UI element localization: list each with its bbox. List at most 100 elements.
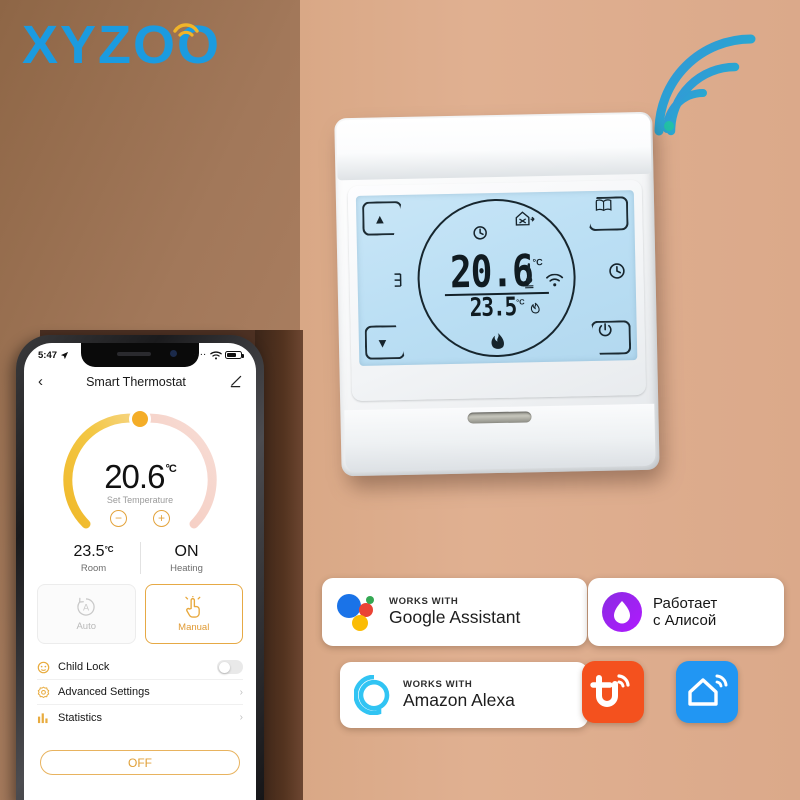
statistics-chevron: › [239, 712, 243, 723]
back-button[interactable]: ‹ [38, 373, 43, 390]
dial-temp-value: 20.6 [104, 458, 165, 495]
wifi-signal-graphic [654, 34, 756, 136]
device-body: ▲ ▼ 20.6 °C 23.5 °C [334, 111, 660, 477]
brand-logo-text: XYZOO [22, 15, 222, 75]
badge-alexa-text: WORKS WITH Amazon Alexa [403, 679, 515, 711]
heating-value-wrap: ON [175, 543, 199, 561]
badge-google-kicker: WORKS WITH [389, 596, 459, 607]
status-wifi-icon [210, 350, 222, 359]
room-temp-caption: Room [80, 562, 107, 574]
row-advanced-settings[interactable]: Advanced Settings › [37, 680, 243, 705]
lcd-display: ▲ ▼ 20.6 °C 23.5 °C [355, 190, 638, 366]
temperature-dial[interactable]: 20.6 °C Set Temperature − + [24, 402, 256, 532]
device-indicator-slot [467, 411, 532, 424]
lcd-room-temperature: 23.5 °C [469, 291, 525, 323]
signal-dots-icon: ···· [193, 351, 207, 359]
product-marketing-image: XYZOO ▲ ▼ 20.6 °C 23.5 °C 5:47 ···· ‹ Sm… [0, 0, 800, 800]
room-temp-value-wrap: 23.5 °C [73, 543, 113, 561]
phone-frame: 5:47 ···· ‹ Smart Thermostat 20.6 °C Set… [16, 335, 264, 800]
mode-manual-button[interactable]: Manual [144, 584, 243, 644]
tuya-icon[interactable] [582, 661, 644, 723]
location-arrow-icon [60, 351, 69, 359]
lcd-room-temp-value: 23.5 [469, 291, 517, 323]
dial-temp-unit: °C [165, 463, 176, 475]
dial-steppers: − + [110, 510, 170, 527]
status-readouts: 23.5 °C Room ON Heating [24, 542, 256, 574]
row-child-lock[interactable]: Child Lock [37, 655, 243, 680]
room-temp-readout: 23.5 °C Room [48, 543, 140, 574]
heating-status-readout: ON Heating [141, 543, 233, 574]
badge-google-assistant: WORKS WITH Google Assistant [322, 578, 587, 646]
up-arrow-icon: ▲ [373, 210, 387, 227]
up-button[interactable]: ▲ [362, 201, 403, 236]
badge-alice-line2: с Алисой [653, 612, 717, 629]
battery-icon [225, 350, 244, 360]
room-temp-value: 23.5 [73, 542, 105, 560]
advanced-settings-label: Advanced Settings [58, 686, 150, 698]
badge-alexa-kicker: WORKS WITH [403, 679, 473, 690]
dial-temperature: 20.6 °C [104, 458, 177, 496]
child-lock-toggle[interactable] [217, 660, 243, 674]
increase-temp-button[interactable]: + [153, 510, 170, 527]
statistics-label: Statistics [58, 711, 103, 724]
badge-alice-line1: Работает [653, 595, 718, 612]
antenna-icon [394, 273, 402, 287]
mode-manual-label: Manual [178, 621, 210, 633]
page-title: Smart Thermostat [86, 374, 186, 389]
device-top-bevel [336, 113, 652, 181]
side-clock-icon [609, 263, 625, 279]
badge-google-text: WORKS WITH Google Assistant [389, 596, 520, 628]
auto-circle-icon: A [77, 597, 95, 616]
tuya-glyph [590, 674, 630, 707]
room-temp-unit: °C [104, 544, 114, 554]
settings-list: Child Lock Advanced Settings › Statistic… [24, 655, 256, 730]
lcd-set-temp-value: 20.6 [449, 246, 534, 299]
house-away-icon [515, 211, 535, 226]
badge-yandex-alice: Работает с Алисой [588, 578, 784, 646]
phone-screen: 5:47 ···· ‹ Smart Thermostat 20.6 °C Set… [24, 343, 256, 800]
child-lock-label: Child Lock [58, 661, 110, 673]
status-bar: 5:47 ···· [24, 343, 256, 367]
hand-touch-icon [185, 595, 201, 618]
power-off-button[interactable]: OFF [40, 750, 240, 775]
badge-google-name: Google Assistant [389, 607, 521, 627]
badge-alexa-name: Amazon Alexa [403, 690, 515, 710]
google-assistant-icon [337, 594, 374, 631]
app-header: ‹ Smart Thermostat [24, 367, 256, 398]
power-button[interactable] [591, 320, 632, 355]
clock-icon [473, 226, 487, 240]
power-icon [598, 323, 613, 338]
svg-text:A: A [83, 603, 90, 613]
smart-home-glyph [688, 674, 728, 706]
down-button[interactable]: ▼ [365, 325, 406, 360]
logo-wifi-icon [173, 23, 199, 37]
row-statistics[interactable]: Statistics › [37, 705, 243, 730]
heating-value: ON [174, 542, 199, 560]
status-time: 5:47 [38, 349, 58, 361]
gear-icon [37, 686, 50, 698]
flame-icon [491, 333, 504, 349]
advanced-settings-chevron: › [239, 686, 243, 698]
badge-alice-text: Работает с Алисой [653, 595, 717, 629]
dial-readout: 20.6 °C Set Temperature [60, 458, 220, 505]
lcd-room-temp-unit: °C [516, 297, 525, 307]
down-arrow-icon: ▼ [375, 334, 390, 351]
mode-auto-button[interactable]: A Auto [37, 584, 136, 644]
edit-icon[interactable] [229, 375, 242, 388]
phone-mockup: 5:47 ···· ‹ Smart Thermostat 20.6 °C Set… [16, 335, 264, 800]
smart-life-icon[interactable] [676, 661, 738, 723]
mode-selector: A Auto Manual [24, 574, 256, 644]
thermostat-device: ▲ ▼ 20.6 °C 23.5 °C [334, 111, 664, 489]
amazon-alexa-icon [354, 675, 390, 715]
badge-amazon-alexa: WORKS WITH Amazon Alexa [340, 662, 588, 728]
wifi-icon [546, 273, 564, 287]
thermometer-icon [525, 263, 534, 289]
brand-logo: XYZOO [22, 14, 262, 76]
yandex-alice-icon [602, 592, 642, 632]
decrease-temp-button[interactable]: − [110, 510, 127, 527]
program-button[interactable] [588, 196, 629, 231]
heat-flame-icon [530, 302, 540, 314]
book-icon [595, 199, 612, 212]
mode-auto-label: Auto [76, 621, 97, 632]
heating-caption: Heating [170, 562, 203, 574]
